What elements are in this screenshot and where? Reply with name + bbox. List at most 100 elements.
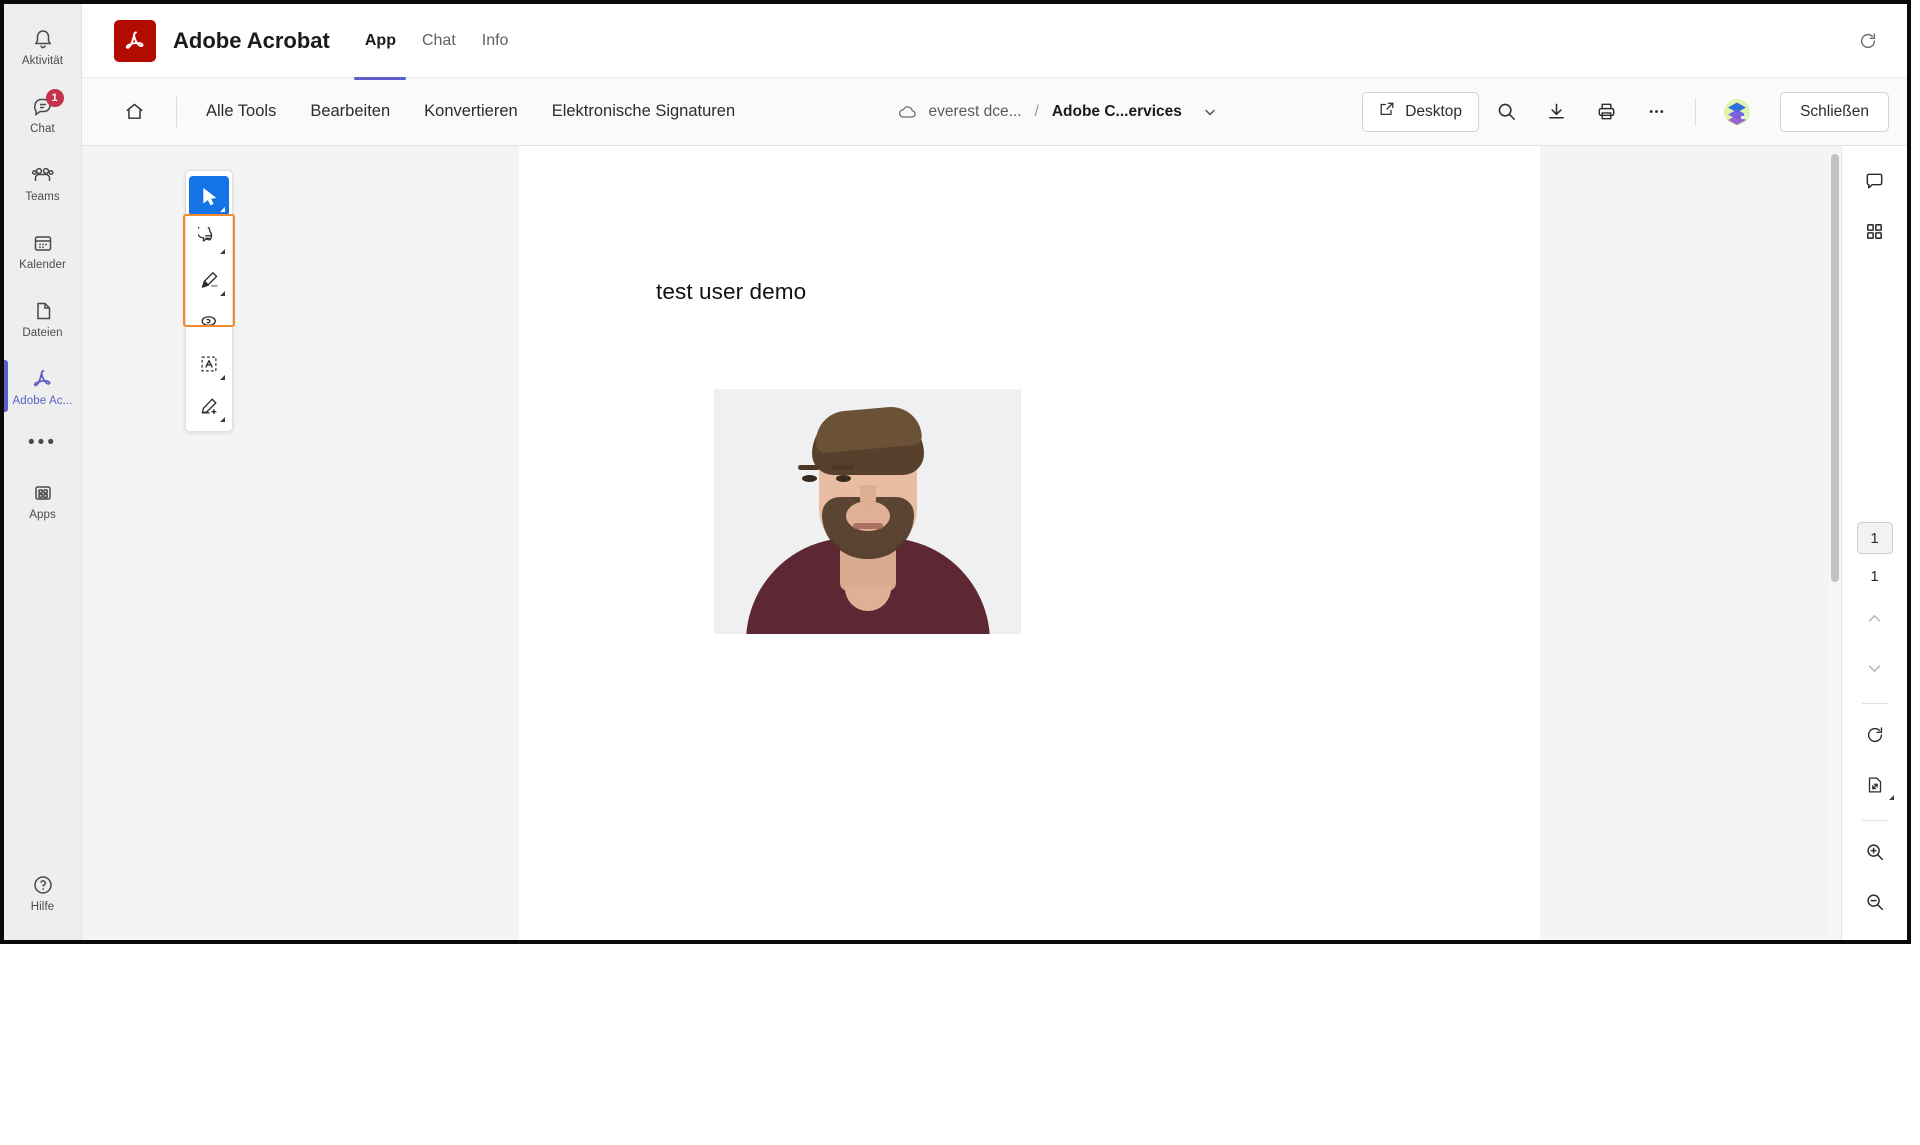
select-cursor-tool[interactable] — [189, 176, 229, 216]
photo-brow-right — [832, 465, 854, 470]
chat-icon: 1 — [29, 88, 64, 120]
draw-tool[interactable] — [189, 302, 229, 342]
highlight-tool[interactable] — [189, 260, 229, 300]
tab-chat[interactable]: Chat — [409, 28, 469, 54]
breadcrumb-file[interactable]: Adobe C...ervices — [1052, 103, 1182, 121]
ai-assistant-icon[interactable] — [1718, 93, 1756, 131]
tool-caret-icon — [220, 249, 225, 254]
breadcrumb: everest dce... / Adobe C...ervices — [897, 103, 1216, 121]
download-icon[interactable] — [1533, 91, 1579, 133]
sidebar-item-label: Apps — [29, 508, 56, 521]
refresh-icon[interactable] — [1851, 24, 1885, 58]
tab-app[interactable]: App — [352, 28, 409, 54]
app-tabs: App Chat Info — [352, 28, 522, 54]
pdf-viewer: test user demo 1 1 — [82, 146, 1907, 940]
next-page-button[interactable] — [1854, 647, 1896, 689]
toolbar-divider — [176, 96, 177, 127]
viewer-right-rail: 1 1 — [1841, 146, 1907, 940]
sidebar-item-hilfe[interactable]: Hilfe — [4, 858, 81, 926]
tab-info[interactable]: Info — [469, 28, 522, 54]
tool-caret-icon — [1888, 795, 1894, 800]
tool-caret-icon — [220, 291, 225, 296]
viewer-left-gutter — [82, 146, 519, 940]
sidebar-overflow-button[interactable]: ••• — [4, 420, 81, 466]
photo-brow-left — [798, 465, 820, 470]
current-page-input[interactable]: 1 — [1856, 522, 1893, 554]
sidebar-item-apps[interactable]: Apps — [4, 466, 81, 534]
adobe-acrobat-logo — [114, 19, 156, 62]
open-in-desktop-button[interactable]: Desktop — [1362, 91, 1480, 132]
right-rail-separator-2 — [1861, 820, 1888, 821]
zoom-in-button[interactable] — [1854, 831, 1896, 873]
scrollbar-thumb[interactable] — [1831, 154, 1839, 582]
help-circle-icon — [29, 872, 57, 898]
teams-icon — [29, 162, 57, 188]
sidebar-item-label: Hilfe — [30, 900, 55, 913]
previous-page-button[interactable] — [1854, 597, 1896, 639]
sidebar-item-aktivitaet[interactable]: Aktivität — [4, 12, 81, 80]
sidebar-item-teams[interactable]: Teams — [4, 148, 81, 216]
open-in-desktop-label: Desktop — [1405, 102, 1463, 120]
toolbar-actions: Desktop Schließen — [1362, 91, 1889, 133]
menu-alle-tools[interactable]: Alle Tools — [189, 94, 293, 129]
sidebar-item-adobe-acrobat[interactable]: Adobe Ac... — [4, 352, 81, 420]
teams-navigation-rail: Aktivität 1 Chat Teams Kalender Dateien … — [4, 4, 82, 940]
external-link-icon — [1379, 101, 1395, 122]
breadcrumb-folder[interactable]: everest dce... — [928, 103, 1021, 121]
chevron-down-icon[interactable] — [1203, 105, 1217, 119]
print-icon[interactable] — [1583, 91, 1629, 133]
chat-unread-badge: 1 — [45, 88, 64, 107]
sidebar-item-label: Kalender — [19, 258, 66, 271]
active-tab-underline — [354, 77, 406, 80]
toolbar-separator — [1695, 97, 1697, 126]
app-header: Adobe Acrobat App Chat Info — [82, 4, 1907, 78]
tool-caret-icon — [220, 375, 225, 380]
menu-bearbeiten[interactable]: Bearbeiten — [293, 94, 407, 129]
total-pages-label: 1 — [1870, 568, 1879, 585]
signature-tool[interactable] — [189, 386, 229, 426]
sidebar-item-label: Aktivität — [21, 54, 64, 67]
comments-panel-button[interactable] — [1854, 160, 1896, 202]
breadcrumb-separator: / — [1034, 102, 1039, 120]
search-icon[interactable] — [1483, 91, 1529, 133]
rail-spacer — [4, 534, 81, 858]
sidebar-item-kalender[interactable]: Kalender — [4, 216, 81, 284]
calendar-icon — [29, 230, 57, 256]
acrobat-toolbar: Alle Tools Bearbeiten Konvertieren Elekt… — [82, 77, 1907, 146]
sidebar-item-label: Teams — [25, 190, 60, 203]
viewer-right-gutter — [1540, 146, 1841, 940]
sidebar-overflow-label: ••• — [28, 432, 57, 453]
more-icon[interactable] — [1633, 91, 1679, 133]
right-rail-separator — [1861, 703, 1888, 704]
zoom-out-button[interactable] — [1854, 881, 1896, 923]
comment-tool[interactable] — [189, 218, 229, 258]
document-scrollbar[interactable] — [1828, 146, 1841, 940]
text-box-tool[interactable] — [189, 344, 229, 384]
annotation-tool-palette — [185, 170, 233, 432]
sidebar-item-dateien[interactable]: Dateien — [4, 284, 81, 352]
document-heading: test user demo — [656, 279, 807, 304]
adobe-acrobat-icon — [29, 366, 57, 392]
app-body: Adobe Acrobat App Chat Info Alle Tools B… — [82, 4, 1907, 940]
cloud-icon — [897, 103, 919, 121]
document-photo[interactable] — [714, 389, 1021, 634]
home-icon[interactable] — [104, 90, 164, 134]
thumbnails-panel-button[interactable] — [1854, 210, 1896, 252]
sidebar-item-label: Adobe Ac... — [12, 394, 73, 407]
page-container: test user demo — [519, 146, 1841, 940]
files-icon — [29, 298, 57, 324]
close-button[interactable]: Schließen — [1780, 91, 1889, 132]
pdf-page[interactable]: test user demo — [519, 146, 1540, 940]
rotate-clockwise-button[interactable] — [1854, 714, 1896, 756]
teams-app-window: Aktivität 1 Chat Teams Kalender Dateien … — [0, 0, 1911, 944]
page-title: Adobe Acrobat — [173, 27, 330, 53]
menu-konvertieren[interactable]: Konvertieren — [407, 94, 535, 129]
bell-icon — [29, 26, 57, 52]
photo-eye-right — [836, 475, 851, 482]
sidebar-item-chat[interactable]: 1 Chat — [4, 80, 81, 148]
menu-elektronische-signaturen[interactable]: Elektronische Signaturen — [535, 94, 752, 129]
photo-mouth — [852, 523, 883, 529]
photo-eye-left — [802, 475, 817, 482]
fit-page-button[interactable] — [1854, 764, 1896, 806]
sidebar-item-label: Dateien — [22, 326, 63, 339]
